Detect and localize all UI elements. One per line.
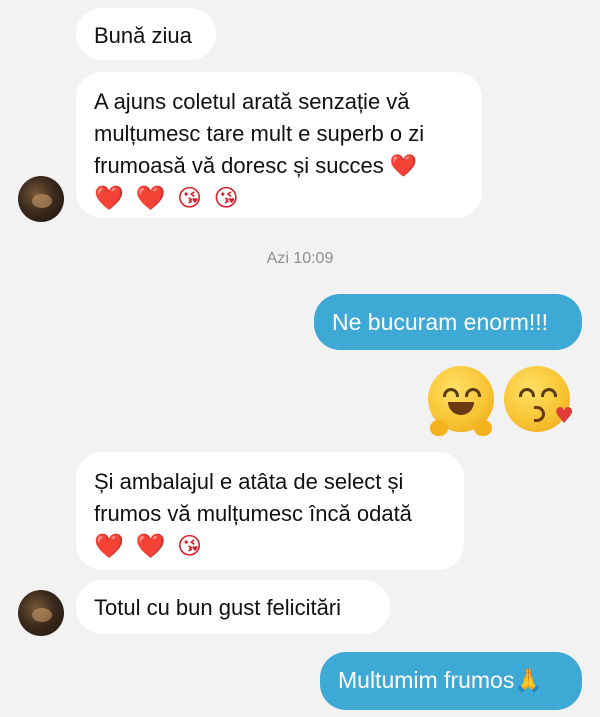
outgoing-message-bubble[interactable]: Ne bucuram enorm!!! [314, 294, 582, 350]
incoming-message-bubble[interactable]: Bună ziua [76, 8, 216, 60]
message-text: Ne bucuram enorm!!! [332, 309, 549, 335]
outgoing-message-bubble[interactable]: Multumim frumos🙏 [320, 652, 582, 710]
face-blowing-kiss-icon[interactable]: ♥ [504, 366, 574, 432]
message-text: Totul cu bun gust felicitări [94, 595, 342, 620]
message-text: Multumim frumos🙏 [338, 667, 543, 693]
emoji-line: ❤️ ❤️ 😘 [94, 532, 205, 560]
avatar[interactable] [18, 590, 64, 636]
message-text: Bună ziua [94, 23, 192, 48]
avatar[interactable] [18, 176, 64, 222]
incoming-message-bubble[interactable]: Și ambalajul e atâta de select și frumos… [76, 452, 464, 570]
message-timestamp: Azi 10:09 [266, 250, 334, 267]
message-text: Și ambalajul e atâta de select și frumos… [94, 469, 412, 526]
incoming-message-bubble[interactable]: Totul cu bun gust felicitări [76, 580, 390, 634]
hugging-face-icon[interactable] [428, 366, 494, 436]
message-text: A ajuns coletul arată senzație vă mulțum… [94, 89, 425, 178]
incoming-message-bubble[interactable]: A ajuns coletul arată senzație vă mulțum… [76, 72, 482, 218]
emoji-line: ❤️ ❤️ 😘 😘 [94, 184, 241, 212]
